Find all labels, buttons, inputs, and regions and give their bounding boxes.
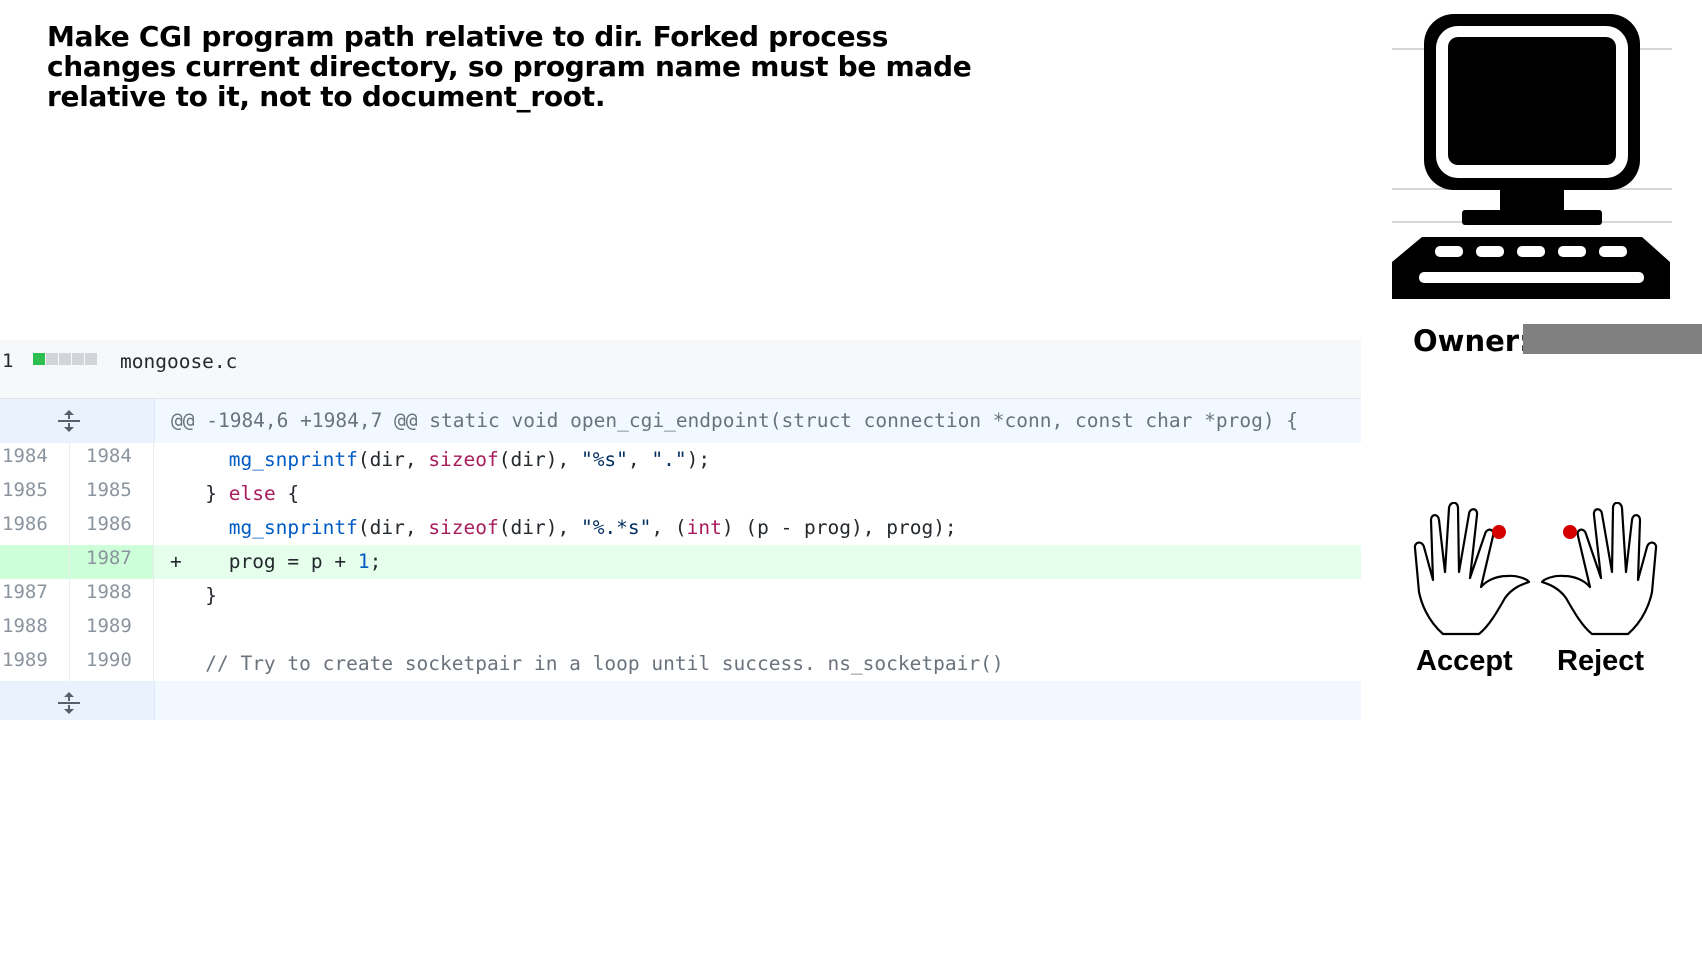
diff-prefix bbox=[170, 618, 182, 641]
diff-line: 1988 1989 bbox=[0, 613, 1361, 647]
code-token: , ( bbox=[651, 516, 687, 539]
code-token: int bbox=[686, 516, 722, 539]
code-token: ); bbox=[686, 448, 711, 471]
expand-icon bbox=[58, 410, 80, 432]
code-token: mg_snprintf bbox=[228, 448, 358, 471]
diff-prefix bbox=[170, 516, 182, 539]
diffstat-block bbox=[46, 353, 58, 365]
code-line: mg_snprintf(dir, sizeof(dir), "%s", ".")… bbox=[154, 443, 1361, 477]
diff-prefix bbox=[170, 652, 182, 675]
accept-label[interactable]: Accept bbox=[1416, 645, 1513, 678]
hunk-footer-text bbox=[155, 681, 1361, 720]
new-line-number[interactable]: 1986 bbox=[70, 511, 154, 545]
old-line-number[interactable]: 1989 bbox=[0, 647, 70, 681]
diff-line: 1984 1984 mg_snprintf(dir, sizeof(dir), "… bbox=[0, 443, 1361, 477]
diff-stat-bar bbox=[33, 353, 97, 365]
reject-label[interactable]: Reject bbox=[1557, 645, 1644, 678]
diff-line: 1987 1988 } bbox=[0, 579, 1361, 613]
code-token: "." bbox=[651, 448, 687, 471]
diff-prefix: + bbox=[170, 550, 182, 573]
code-line: mg_snprintf(dir, sizeof(dir), "%.*s", (i… bbox=[154, 511, 1361, 545]
computer-icon bbox=[1392, 14, 1672, 299]
owner-redacted-bar bbox=[1523, 324, 1702, 354]
code-token: 1 bbox=[357, 550, 370, 573]
code-token: (dir, bbox=[357, 516, 429, 539]
new-line-number[interactable]: 1985 bbox=[70, 477, 154, 511]
diff-line: 1985 1985 } else { bbox=[0, 477, 1361, 511]
code-token: (dir, bbox=[357, 448, 429, 471]
diffstat-block bbox=[85, 353, 97, 365]
diffstat-block bbox=[72, 353, 84, 365]
diff-view: 1 mongoose.c @@ -1984,6 +1984,7 @@ stati… bbox=[0, 340, 1361, 720]
code-line bbox=[154, 613, 1361, 647]
diff-prefix bbox=[170, 448, 182, 471]
code-token: } bbox=[181, 482, 229, 505]
code-token: (dir), bbox=[498, 448, 581, 471]
code-token: // Try to create socketpair in a loop un… bbox=[205, 652, 1004, 675]
code-token: else bbox=[228, 482, 276, 505]
old-line-number[interactable]: 1987 bbox=[0, 579, 70, 613]
code-token: (dir), bbox=[498, 516, 581, 539]
diff-line: 1986 1986 mg_snprintf(dir, sizeof(dir), "… bbox=[0, 511, 1361, 545]
code-line: } else { bbox=[154, 477, 1361, 511]
file-header[interactable]: 1 mongoose.c bbox=[0, 340, 1361, 399]
file-change-count: 1 bbox=[2, 350, 14, 372]
code-line: + prog = p + 1; bbox=[154, 545, 1361, 579]
new-line-number[interactable]: 1984 bbox=[70, 443, 154, 477]
diff-line-added: 1987 + prog = p + 1; bbox=[0, 545, 1361, 579]
diffstat-block bbox=[59, 353, 71, 365]
hunk-footer bbox=[0, 681, 1361, 720]
hand-icon-reject[interactable] bbox=[1540, 502, 1658, 636]
diff-prefix bbox=[170, 482, 182, 505]
code-token: ) (p - prog), prog); bbox=[721, 516, 957, 539]
code-token: "%s" bbox=[580, 448, 628, 471]
hand-icon-accept[interactable] bbox=[1413, 502, 1531, 636]
new-line-number[interactable]: 1988 bbox=[70, 579, 154, 613]
finger-marker bbox=[1492, 525, 1506, 539]
hunk-header: @@ -1984,6 +1984,7 @@ static void open_c… bbox=[0, 399, 1361, 443]
new-line-number[interactable]: 1990 bbox=[70, 647, 154, 681]
old-line-number[interactable]: 1984 bbox=[0, 443, 70, 477]
code-token: { bbox=[275, 482, 300, 505]
code-line: // Try to create socketpair in a loop un… bbox=[154, 647, 1361, 681]
new-line-number[interactable]: 1987 bbox=[70, 545, 154, 579]
finger-marker bbox=[1563, 525, 1577, 539]
expand-icon bbox=[58, 692, 80, 714]
code-line: } bbox=[154, 579, 1361, 613]
hunk-header-text: @@ -1984,6 +1984,7 @@ static void open_c… bbox=[171, 409, 1299, 432]
code-token: ; bbox=[369, 550, 382, 573]
code-token: mg_snprintf bbox=[228, 516, 358, 539]
expand-up-button[interactable] bbox=[0, 399, 155, 443]
owner-label: Owner: bbox=[1413, 324, 1531, 358]
diff-prefix bbox=[170, 584, 182, 607]
code-token: sizeof bbox=[428, 516, 499, 539]
expand-down-button[interactable] bbox=[0, 681, 155, 720]
old-line-number[interactable]: 1986 bbox=[0, 511, 70, 545]
diff-line: 1989 1990 // Try to create socketpair in … bbox=[0, 647, 1361, 681]
file-name[interactable]: mongoose.c bbox=[120, 350, 237, 373]
code-token: "%.*s" bbox=[580, 516, 652, 539]
diffstat-block-added bbox=[33, 353, 45, 365]
code-token: , bbox=[627, 448, 652, 471]
old-line-number[interactable] bbox=[0, 545, 70, 579]
new-line-number[interactable]: 1989 bbox=[70, 613, 154, 647]
code-token: prog = p + bbox=[181, 550, 358, 573]
old-line-number[interactable]: 1985 bbox=[0, 477, 70, 511]
commit-message: Make CGI program path relative to dir. F… bbox=[47, 20, 972, 113]
code-token: sizeof bbox=[428, 448, 499, 471]
code-token: } bbox=[181, 584, 217, 607]
old-line-number[interactable]: 1988 bbox=[0, 613, 70, 647]
